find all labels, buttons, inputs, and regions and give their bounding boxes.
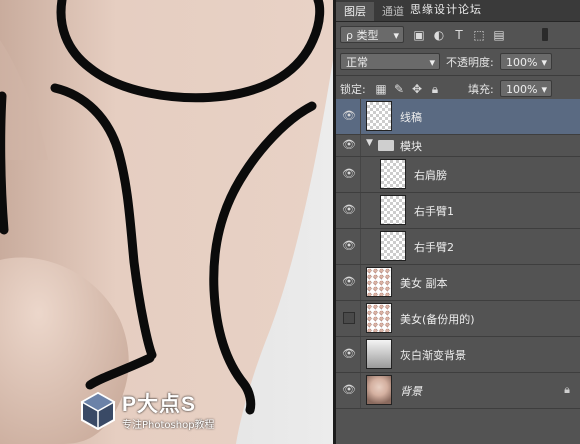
filter-toggle-switch[interactable] xyxy=(542,28,548,41)
fill-label: 填充: xyxy=(468,83,494,96)
cube-logo-icon xyxy=(80,391,116,430)
visibility-eye-icon[interactable]: 👁︎ xyxy=(342,138,356,152)
visibility-eye-icon[interactable]: 👁︎ xyxy=(342,275,356,289)
layer-row[interactable]: 👁︎ 线稿 xyxy=(336,99,580,135)
layer-row[interactable]: 👁︎ 美女 副本 xyxy=(336,265,580,301)
layer-thumbnail xyxy=(380,231,406,261)
visibility-eye-icon[interactable]: 👁︎ xyxy=(342,203,356,217)
visibility-toggle-hidden[interactable] xyxy=(343,312,355,324)
layer-thumbnail xyxy=(366,339,392,369)
lock-all-icon[interactable]: 🔒︎ xyxy=(428,82,442,96)
edge-line xyxy=(0,91,9,235)
tab-channels[interactable]: 通道 xyxy=(374,2,412,21)
layer-thumbnail xyxy=(366,267,392,297)
filter-type-label: ρ 类型 xyxy=(346,29,379,42)
layer-name: 线稿 xyxy=(400,111,422,124)
layer-row[interactable]: 美女(备份用的) xyxy=(336,301,580,337)
layer-row[interactable]: 👁︎ 右手臂1 xyxy=(336,193,580,229)
canvas-artwork xyxy=(0,0,333,444)
visibility-eye-icon[interactable]: 👁︎ xyxy=(342,167,356,181)
row-separator xyxy=(360,157,361,192)
layer-name: 灰白渐变背景 xyxy=(400,349,466,362)
opacity-label: 不透明度: xyxy=(446,56,494,69)
layer-name: 模块 xyxy=(400,140,422,153)
blend-row: 正常 ▾ 不透明度: 100% ▾ xyxy=(336,49,580,76)
layer-name: 右手臂2 xyxy=(414,241,454,254)
fill-value: 100% xyxy=(506,83,538,96)
layer-thumbnail xyxy=(380,159,406,189)
blend-mode-select[interactable]: 正常 ▾ xyxy=(340,53,440,70)
smart-object-filter-icon[interactable]: ▤ xyxy=(492,28,506,42)
row-separator xyxy=(360,193,361,228)
lock-icon: 🔒︎ xyxy=(564,383,570,396)
chevron-down-icon: ▾ xyxy=(541,83,547,96)
layer-thumbnail xyxy=(366,375,392,405)
document-canvas[interactable]: P大点S 专注Photoshop教程 xyxy=(0,0,333,444)
layer-thumbnail xyxy=(366,303,392,333)
layer-row[interactable]: 👁︎ 右肩膀 xyxy=(336,157,580,193)
chevron-down-icon: ▾ xyxy=(541,56,547,69)
layer-name: 美女(备份用的) xyxy=(400,313,475,326)
layer-row[interactable]: 👁︎ 右手臂2 xyxy=(336,229,580,265)
layer-thumbnail xyxy=(380,195,406,225)
lock-position-icon[interactable]: ✥ xyxy=(410,82,424,96)
layer-name: 美女 副本 xyxy=(400,277,448,290)
visibility-eye-icon[interactable]: 👁︎ xyxy=(342,383,356,397)
layer-name: 右手臂1 xyxy=(414,205,454,218)
group-expand-chevron-icon[interactable]: ▼ xyxy=(366,138,373,148)
type-filter-icon[interactable]: T xyxy=(452,28,466,42)
visibility-eye-icon[interactable]: 👁︎ xyxy=(342,109,356,123)
chevron-down-icon: ▾ xyxy=(429,56,435,69)
row-separator xyxy=(360,99,361,134)
brand-title: P大点S xyxy=(122,393,197,416)
opacity-value: 100% xyxy=(506,56,538,69)
blend-mode-value: 正常 xyxy=(346,56,368,69)
layers-list: 👁︎ 线稿 👁︎ ▼ 模块 👁︎ 右肩膀 👁︎ 右手臂1 👁︎ 右手臂2 👁︎ … xyxy=(336,99,580,409)
filter-row: ρ 类型 ▾ ▣ ◐ T ⬚ ▤ xyxy=(336,22,580,49)
layer-name: 背景 xyxy=(400,385,422,398)
layer-row[interactable]: 👁︎ 灰白渐变背景 xyxy=(336,337,580,373)
layer-thumbnail xyxy=(366,101,392,131)
layer-group-row[interactable]: 👁︎ ▼ 模块 xyxy=(336,135,580,157)
opacity-field[interactable]: 100% ▾ xyxy=(500,53,552,70)
filter-type-select[interactable]: ρ 类型 ▾ xyxy=(340,26,404,43)
visibility-eye-icon[interactable]: 👁︎ xyxy=(342,347,356,361)
layer-row[interactable]: 👁︎ 背景 🔒︎ xyxy=(336,373,580,409)
adjustment-filter-icon[interactable]: ◐ xyxy=(432,28,446,42)
brand-subtitle: 专注Photoshop教程 xyxy=(122,420,215,431)
row-separator xyxy=(360,373,361,408)
row-separator xyxy=(360,229,361,264)
shape-filter-icon[interactable]: ⬚ xyxy=(472,28,486,42)
brand-logo: P大点S 专注Photoshop教程 xyxy=(78,388,258,438)
lock-transparent-icon[interactable]: ▦ xyxy=(374,82,388,96)
panel-tabs: 图层 通道 思缘设计论坛 xyxy=(336,0,580,22)
row-separator xyxy=(360,135,361,156)
layer-name: 右肩膀 xyxy=(414,169,447,182)
row-separator xyxy=(360,265,361,300)
row-separator xyxy=(360,301,361,336)
pixel-filter-icon[interactable]: ▣ xyxy=(412,28,426,42)
lock-paint-icon[interactable]: ✎ xyxy=(392,82,406,96)
tab-layers[interactable]: 图层 xyxy=(336,2,374,21)
row-separator xyxy=(360,337,361,372)
watermark-text: 思缘设计论坛 xyxy=(410,3,482,16)
visibility-eye-icon[interactable]: 👁︎ xyxy=(342,239,356,253)
fill-field[interactable]: 100% ▾ xyxy=(500,80,552,97)
chevron-down-icon: ▾ xyxy=(393,29,399,42)
layers-panel: 图层 通道 思缘设计论坛 ρ 类型 ▾ ▣ ◐ T ⬚ ▤ 正常 ▾ 不透明度: 1… xyxy=(336,0,580,444)
lock-label: 锁定: xyxy=(340,83,366,96)
folder-icon xyxy=(378,140,394,151)
